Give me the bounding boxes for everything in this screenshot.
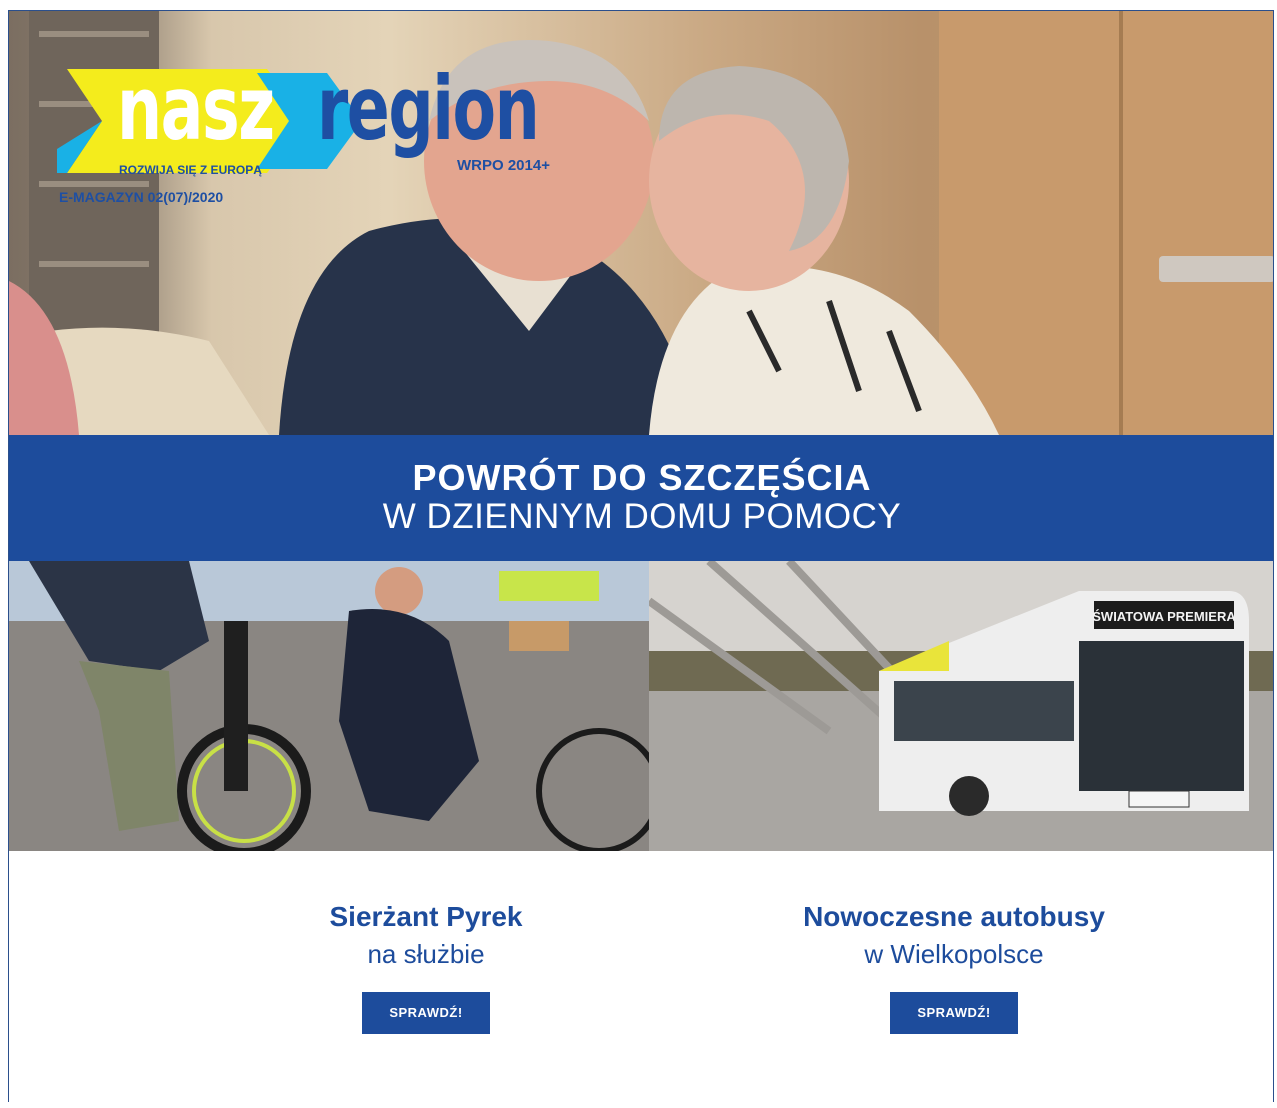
headline-banner[interactable]: POWRÓT DO SZCZĘŚCIA W DZIENNYM DOMU POMO… (9, 435, 1273, 561)
banner-title: POWRÓT DO SZCZĘŚCIA (412, 457, 872, 498)
check-button-bus[interactable]: SPRAWDŹ! (890, 992, 1018, 1034)
newsletter-frame: nasz region ROZWIJA SIĘ Z EUROPĄ WRPO 20… (8, 10, 1274, 1102)
bus-destination-sign: ŚWIATOWA PREMIERA (1092, 609, 1236, 624)
article-subtitle: na służbie (367, 939, 485, 969)
logo-program: WRPO 2014+ (457, 157, 550, 174)
logo-tagline: ROZWIJA SIĘ Z EUROPĄ (119, 163, 262, 177)
check-button-police[interactable]: SPRAWDŹ! (362, 992, 490, 1034)
logo-word-region: region (317, 57, 540, 160)
article-title[interactable]: Sierżant Pyrek (196, 901, 656, 933)
article-photo-police[interactable] (9, 561, 649, 851)
police-bicycle-illustration (9, 561, 649, 851)
article-card-police: Sierżant Pyrek na służbie SPRAWDŹ! (196, 901, 656, 1034)
hero-photo[interactable]: nasz region ROZWIJA SIĘ Z EUROPĄ WRPO 20… (9, 11, 1273, 435)
bus-illustration: ŚWIATOWA PREMIERA (649, 561, 1273, 851)
article-subtitle: w Wielkopolsce (864, 939, 1044, 969)
issue-number: E-MAGAZYN 02(07)/2020 (59, 189, 224, 205)
logo-word-nasz: nasz (117, 57, 275, 160)
article-card-bus: Nowoczesne autobusy w Wielkopolsce SPRAW… (724, 901, 1184, 1034)
nasz-region-logo[interactable]: nasz region ROZWIJA SIĘ Z EUROPĄ WRPO 20… (57, 61, 597, 211)
article-photo-bus[interactable]: ŚWIATOWA PREMIERA (649, 561, 1273, 851)
banner-subtitle: W DZIENNYM DOMU POMOCY (382, 497, 902, 536)
article-title[interactable]: Nowoczesne autobusy (724, 901, 1184, 933)
